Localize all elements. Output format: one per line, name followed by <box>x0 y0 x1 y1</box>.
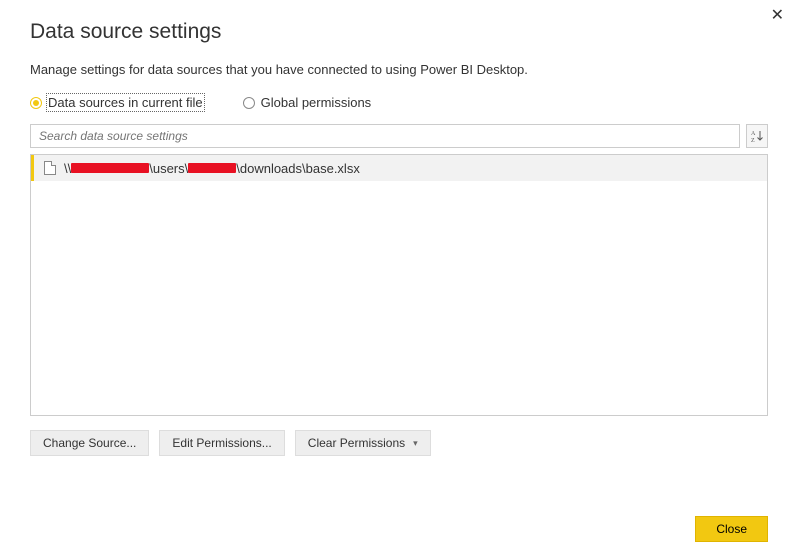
change-source-button[interactable]: Change Source... <box>30 430 149 456</box>
dialog-title: Data source settings <box>30 20 768 44</box>
dialog-subtitle: Manage settings for data sources that yo… <box>30 62 768 77</box>
sort-az-icon: A Z <box>750 129 764 143</box>
close-button-row: Close <box>695 516 768 542</box>
search-input[interactable] <box>30 124 740 148</box>
redacted-segment <box>188 163 236 173</box>
radio-global-permissions[interactable]: Global permissions <box>243 95 372 110</box>
close-button[interactable]: Close <box>695 516 768 542</box>
radio-current-file[interactable]: Data sources in current file <box>30 95 203 110</box>
edit-permissions-button[interactable]: Edit Permissions... <box>159 430 284 456</box>
data-source-settings-dialog: ✕ Data source settings Manage settings f… <box>0 0 798 556</box>
data-source-row[interactable]: \\ \users\ \downloads\base.xlsx <box>31 155 767 181</box>
scope-radio-group: Data sources in current file Global perm… <box>30 95 768 110</box>
action-button-row: Change Source... Edit Permissions... Cle… <box>30 430 768 456</box>
file-icon <box>44 161 56 175</box>
sort-button[interactable]: A Z <box>746 124 768 148</box>
svg-text:A: A <box>751 131 756 137</box>
radio-dot-icon <box>243 97 255 109</box>
data-source-path: \\ \users\ \downloads\base.xlsx <box>64 161 360 176</box>
search-row: A Z <box>30 124 768 148</box>
path-segment: \downloads\base.xlsx <box>236 161 360 176</box>
redacted-segment <box>71 163 149 173</box>
close-icon[interactable]: ✕ <box>767 6 788 26</box>
data-sources-list[interactable]: \\ \users\ \downloads\base.xlsx <box>30 154 768 416</box>
path-segment: \\ <box>64 161 71 176</box>
radio-dot-icon <box>30 97 42 109</box>
radio-global-label: Global permissions <box>261 95 372 110</box>
radio-current-file-label: Data sources in current file <box>48 95 203 110</box>
svg-text:Z: Z <box>751 138 755 143</box>
path-segment: \users\ <box>149 161 188 176</box>
clear-permissions-button[interactable]: Clear Permissions <box>295 430 431 456</box>
